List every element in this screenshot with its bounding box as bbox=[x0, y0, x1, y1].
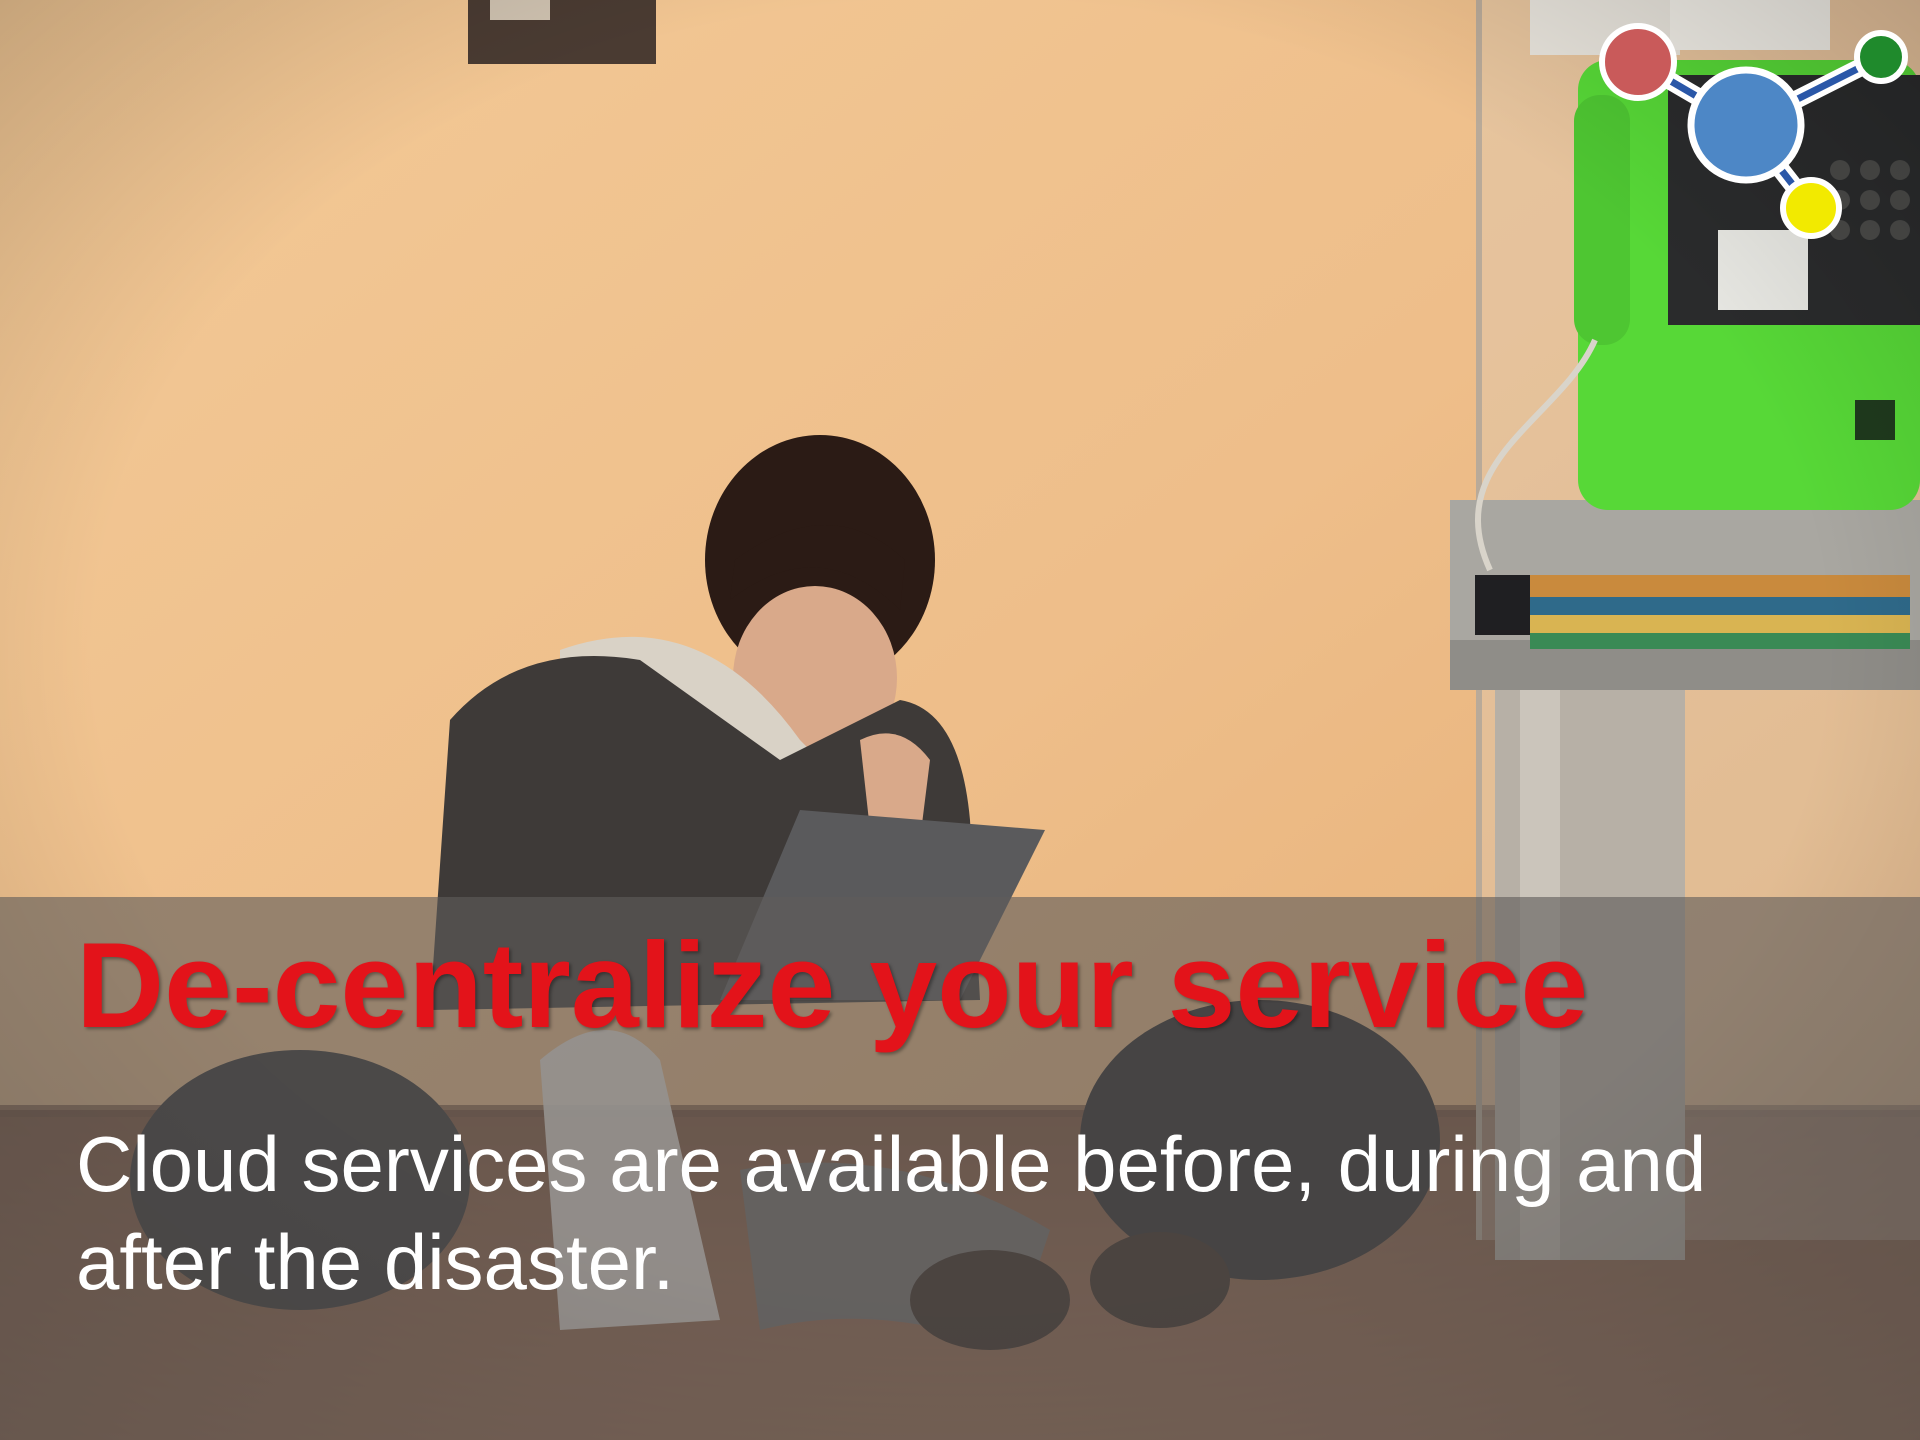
logo-node-blue bbox=[1687, 66, 1805, 184]
logo-node-green bbox=[1854, 30, 1908, 84]
logo-node-red bbox=[1599, 23, 1677, 101]
slide-body-text: Cloud services are available before, dur… bbox=[76, 1120, 1707, 1306]
logo-node-yellow bbox=[1780, 177, 1842, 239]
slide-headline: De-centralize your service bbox=[76, 917, 1589, 1053]
network-logo bbox=[1596, 20, 1916, 240]
